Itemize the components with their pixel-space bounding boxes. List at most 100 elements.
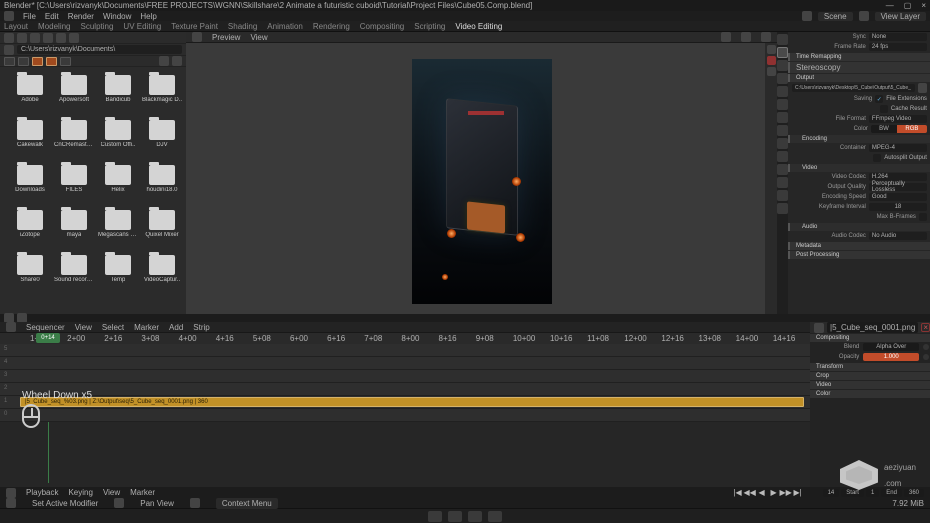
strip-name[interactable]: |5_Cube_seq_0001.png [827,322,918,333]
preview-editor-icon[interactable] [192,32,202,42]
next-key-icon[interactable]: ▶▶ [781,489,791,497]
tab-compositing[interactable]: Compositing [360,22,404,31]
menu-render[interactable]: Render [68,12,94,21]
window-maximize[interactable]: ▢ [904,1,912,10]
quality-value[interactable]: Perceptually Lossless [869,183,927,191]
taskbar-1-icon[interactable] [428,511,442,522]
folder-item[interactable]: Adobe [10,73,50,118]
view-menu[interactable]: View [103,488,120,497]
tab-scripting[interactable]: Scripting [414,22,445,31]
opacity-keyframe-icon[interactable] [923,354,929,360]
autosplit-checkbox[interactable] [873,154,881,162]
blend-value[interactable]: Alpha Over [863,343,919,351]
start-frame[interactable]: 1 [866,489,879,497]
play-rev-icon[interactable]: ◀ [757,489,767,497]
panel-transform[interactable]: Transform [810,363,930,371]
folder-item[interactable]: Custom Offi.. [98,118,138,163]
image-strip[interactable]: |5_Cube_seq_%03.png | Z:\Output\seq\5_Cu… [20,397,804,407]
viewlayer-field[interactable]: View Layer [875,12,926,21]
opacity-value[interactable]: 1.000 [863,353,919,361]
folder-item[interactable]: maya [54,208,94,253]
folder-item[interactable]: DJV [142,118,182,163]
display-hlist-icon[interactable] [18,57,29,66]
marker-menu[interactable]: Marker [130,488,155,497]
folder-item[interactable]: Apowersoft [54,73,94,118]
file-path[interactable]: C:\Users\rizvanyk\Documents\ [17,45,182,54]
preview-viewport[interactable] [186,43,777,314]
folder-item[interactable]: Helix [98,163,138,208]
tab-texture[interactable]: Texture Paint [171,22,218,31]
taskbar-2-icon[interactable] [448,511,462,522]
prop-render-icon[interactable] [777,60,788,71]
panel-stereoscopy[interactable]: Stereoscopy [788,62,930,73]
prev-key-icon[interactable]: ◀◀ [745,489,755,497]
folder-item[interactable]: Bandicub [98,73,138,118]
menu-window[interactable]: Window [103,12,131,21]
prop-material-icon[interactable] [777,190,788,201]
side-tool-2-icon[interactable] [767,67,776,76]
fileext-checkbox[interactable]: ✓ [875,95,883,103]
folder-item[interactable]: FILES [54,163,94,208]
window-close[interactable]: × [921,1,926,10]
prop-object-icon[interactable] [777,112,788,123]
tab-video-editing[interactable]: Video Editing [455,22,502,31]
tab-rendering[interactable]: Rendering [313,22,350,31]
jump-start-icon[interactable]: |◀ [733,489,743,497]
sync-value[interactable]: None [869,33,927,41]
timeline-ruler[interactable]: 0+14 1+082+002+163+084+004+165+086+006+1… [0,333,810,344]
folder-item[interactable]: Blackmagic D.. [142,73,182,118]
panel-video[interactable]: Video [788,164,930,172]
settings-icon[interactable] [159,56,169,66]
folder-icon[interactable] [918,83,927,93]
tab-sculpting[interactable]: Sculpting [81,22,114,31]
prop-modifier-icon[interactable] [777,125,788,136]
strip-close-icon[interactable]: × [921,323,930,332]
window-minimize[interactable]: — [886,1,894,10]
filebrowser-icon[interactable] [4,33,14,43]
menu-edit[interactable]: Edit [45,12,59,21]
prop-viewlayer-icon[interactable] [777,73,788,84]
folder-item[interactable]: VideoCaptur.. [142,253,182,298]
sort-icon[interactable] [46,57,57,66]
workspace-tabs[interactable]: Layout Modeling Sculpting UV Editing Tex… [0,21,930,32]
tab-uv[interactable]: UV Editing [123,22,161,31]
back-icon[interactable] [17,33,27,43]
scene-field[interactable]: Scene [818,12,853,21]
color-bw[interactable]: BW [871,125,897,133]
preview-mode3-icon[interactable] [761,32,771,42]
panel-comp[interactable]: Compositing [810,334,930,342]
playback-menu[interactable]: Playback [26,488,58,497]
panel-encoding[interactable]: Encoding [788,135,930,143]
folder-item[interactable]: Megascans Li.. [98,208,138,253]
side-tool-rec-icon[interactable] [767,56,776,65]
filter-icon[interactable] [60,57,71,66]
tab-shading[interactable]: Shading [228,22,257,31]
panel-metadata[interactable]: Metadata [788,242,930,250]
folder-item[interactable]: Sound recordi.. [54,253,94,298]
prop-scene-icon[interactable] [777,86,788,97]
jump-end-icon[interactable]: ▶| [793,489,803,497]
maxb-checkbox[interactable] [919,213,927,221]
tab-layout[interactable]: Layout [4,22,28,31]
timeline-icon[interactable] [6,488,16,498]
seq-select[interactable]: Select [102,323,124,332]
prop-output-icon[interactable] [777,47,788,58]
output-path[interactable]: C:\Users\rizvanyk\Desktop\5_Cube\Output\… [792,84,915,92]
folder-item[interactable]: Quixel Mixer [142,208,182,253]
seq-strip[interactable]: Strip [193,323,209,332]
folder-item[interactable]: Downloads [10,163,50,208]
menu-file[interactable]: File [23,12,36,21]
up-icon[interactable] [43,33,53,43]
folder-item[interactable]: Cakewalk [10,118,50,163]
fwd-icon[interactable] [30,33,40,43]
seq-view[interactable]: View [75,323,92,332]
end-frame[interactable]: 360 [904,489,924,497]
panel-crop[interactable]: Crop [810,372,930,380]
refresh-icon[interactable] [56,33,66,43]
preview-mode2-icon[interactable] [741,32,751,42]
seq-add[interactable]: Add [169,323,183,332]
prop-particle-icon[interactable] [777,138,788,149]
playhead[interactable]: 0+14 [36,333,60,343]
acodec-value[interactable]: No Audio [869,232,927,240]
framerate-value[interactable]: 24 fps [869,43,927,51]
